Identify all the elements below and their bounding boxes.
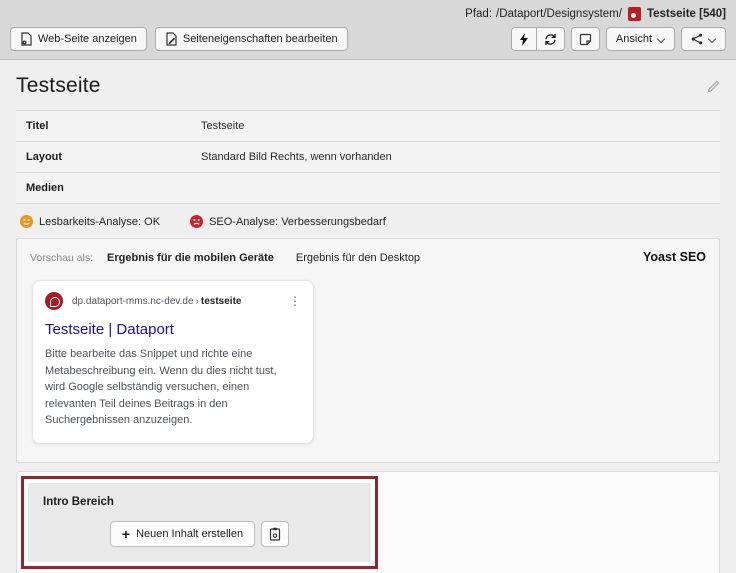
flash-button[interactable] [511, 27, 537, 51]
share-dropdown[interactable] [681, 27, 726, 51]
page-status-icon [628, 7, 641, 21]
paste-content-button[interactable] [261, 521, 289, 547]
snippet-description: Bitte bearbeite das Snippet und richte e… [45, 346, 290, 429]
yoast-seo-brand: Yoast SEO [643, 250, 706, 264]
analysis-badges: Lesbarkeits-Analyse: OK SEO-Analyse: Ver… [20, 215, 720, 228]
table-row-medien: Medien [16, 172, 720, 204]
snippet-url: dp.dataport-mms.nc-dev.de›testseite [72, 296, 241, 307]
view-dropdown-label: Ansicht [616, 33, 652, 45]
kebab-menu-icon[interactable]: ⋮ [289, 295, 301, 307]
page-content: Testseite Titel Testseite Layout Standar… [0, 60, 736, 573]
preview-as-label: Vorschau als: [30, 252, 93, 264]
clipboard-icon [269, 527, 281, 541]
refresh-icon [544, 33, 557, 46]
document-eye-icon [20, 32, 33, 46]
share-icon [691, 33, 703, 45]
snippet-url-path: testseite [201, 296, 242, 307]
row-label: Medien [26, 182, 201, 194]
tab-desktop-result[interactable]: Ergebnis für den Desktop [296, 252, 420, 264]
site-favicon [45, 292, 63, 310]
table-row-titel: Titel Testseite [16, 110, 720, 141]
snippet-url-host: dp.dataport-mms.nc-dev.de [72, 296, 194, 307]
intro-section: Intro Bereich + Neuen Inhalt erstellen [28, 483, 371, 562]
page-title: Testseite [16, 74, 101, 98]
yoast-seo-panel: Vorschau als: Ergebnis für die mobilen G… [16, 238, 720, 463]
top-bar: Pfad: /Dataport/Designsystem/ Testseite … [0, 0, 736, 60]
readability-badge: Lesbarkeits-Analyse: OK [20, 215, 160, 228]
page-body-panel: Intro Bereich + Neuen Inhalt erstellen M… [16, 471, 720, 573]
breadcrumb: Pfad: /Dataport/Designsystem/ Testseite … [10, 5, 726, 23]
note-icon [579, 33, 592, 46]
tab-mobile-result[interactable]: Ergebnis für die mobilen Geräte [107, 252, 274, 264]
seo-badge-label: SEO-Analyse: Verbesserungsbedarf [209, 216, 386, 228]
refresh-button[interactable] [536, 27, 565, 51]
document-pencil-icon [165, 32, 178, 46]
snippet-title-link[interactable]: Testseite | Dataport [45, 321, 301, 338]
path-value[interactable]: /Dataport/Designsystem/ [496, 8, 622, 20]
seo-badge: SEO-Analyse: Verbesserungsbedarf [190, 215, 386, 228]
plus-icon: + [122, 527, 130, 541]
current-page-ref[interactable]: Testseite [540] [647, 8, 726, 20]
row-value: Standard Bild Rechts, wenn vorhanden [201, 151, 392, 163]
chevron-down-icon [657, 35, 665, 43]
edit-pencil-icon[interactable] [707, 80, 720, 93]
row-label: Layout [26, 151, 201, 163]
chevron-down-icon [708, 35, 716, 43]
search-snippet-preview: dp.dataport-mms.nc-dev.de›testseite ⋮ Te… [32, 280, 314, 444]
readability-smiley-icon [20, 215, 33, 228]
path-label: Pfad: [465, 8, 492, 20]
intro-section-selection-outline[interactable]: Intro Bereich + Neuen Inhalt erstellen [21, 476, 378, 569]
view-website-button[interactable]: Web-Seite anzeigen [10, 27, 147, 51]
page-properties-table: Titel Testseite Layout Standard Bild Rec… [16, 110, 720, 204]
table-row-layout: Layout Standard Bild Rechts, wenn vorhan… [16, 141, 720, 172]
snippet-url-separator: › [194, 296, 201, 307]
view-dropdown[interactable]: Ansicht [606, 27, 675, 51]
readability-badge-label: Lesbarkeits-Analyse: OK [39, 216, 160, 228]
section-label: Intro Bereich [43, 496, 356, 508]
toolbar: Web-Seite anzeigen Seiteneigenschaften b… [10, 27, 726, 51]
create-content-label: Neuen Inhalt erstellen [136, 528, 243, 540]
row-label: Titel [26, 120, 201, 132]
lightning-icon [519, 33, 529, 46]
create-content-button[interactable]: + Neuen Inhalt erstellen [110, 521, 255, 547]
notes-button[interactable] [571, 27, 600, 51]
row-value: Testseite [201, 120, 244, 132]
edit-page-properties-button[interactable]: Seiteneigenschaften bearbeiten [155, 27, 348, 51]
seo-sad-icon [190, 215, 203, 228]
view-website-label: Web-Seite anzeigen [38, 33, 137, 45]
edit-page-properties-label: Seiteneigenschaften bearbeiten [183, 33, 338, 45]
quick-actions-group [511, 27, 565, 51]
